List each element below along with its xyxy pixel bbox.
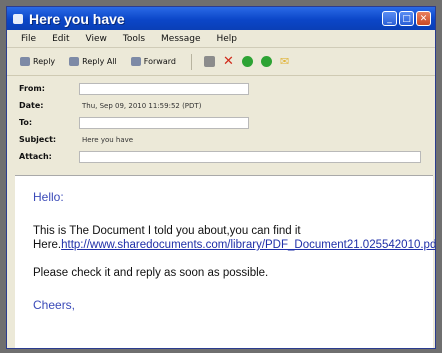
window-title: Here you have <box>29 10 125 27</box>
reply-all-label: Reply All <box>82 57 117 66</box>
menu-help[interactable]: Help <box>216 34 237 44</box>
menu-tools[interactable]: Tools <box>123 34 145 44</box>
attach-label: Attach: <box>19 152 52 161</box>
document-link[interactable]: http://www.sharedocuments.com/library/PD… <box>61 239 435 251</box>
to-label: To: <box>19 118 33 127</box>
reply-all-icon <box>69 57 80 66</box>
from-label: From: <box>19 84 45 93</box>
menu-view[interactable]: View <box>86 34 107 44</box>
to-field[interactable] <box>79 116 249 129</box>
toolbar-separator <box>190 53 192 70</box>
reply-icon <box>20 57 30 66</box>
menu-message[interactable]: Message <box>161 34 200 44</box>
from-field[interactable] <box>79 82 249 95</box>
greeting: Hello: <box>33 190 64 204</box>
delete-icon[interactable]: ✕ <box>223 55 234 68</box>
subject-value: Here you have <box>82 135 134 144</box>
toolbar: Reply Reply All Forward ✕ ✉ <box>7 48 435 76</box>
previous-icon[interactable] <box>241 56 253 67</box>
menu-bar: File Edit View Tools Message Help <box>7 30 435 48</box>
addresses-icon[interactable]: ✉ <box>280 56 291 67</box>
date-value: Thu, Sep 09, 2010 11:59:52 (PDT) <box>82 101 202 110</box>
next-icon[interactable] <box>260 56 272 67</box>
close-button[interactable]: ✕ <box>416 11 431 26</box>
subject-label: Subject: <box>19 135 57 144</box>
menu-edit[interactable]: Edit <box>52 34 69 44</box>
menu-file[interactable]: File <box>21 34 36 44</box>
title-bar[interactable]: Here you have _ □ ✕ <box>7 7 435 30</box>
email-window: Here you have _ □ ✕ File Edit View Tools… <box>6 6 436 349</box>
forward-icon <box>130 57 141 66</box>
message-headers: From: Date: Thu, Sep 09, 2010 11:59:52 (… <box>7 76 435 167</box>
reply-all-button[interactable]: Reply All <box>66 56 120 67</box>
request-text: Please check it and reply as soon as pos… <box>33 267 269 279</box>
app-icon <box>13 13 23 24</box>
body-paragraph: This is The Document I told you about,yo… <box>33 224 435 252</box>
reply-label: Reply <box>33 57 56 66</box>
signoff: Cheers, <box>33 298 76 312</box>
print-icon[interactable] <box>203 56 215 67</box>
minimize-button[interactable]: _ <box>382 11 397 26</box>
message-body: Hello: This is The Document I told you a… <box>15 175 435 348</box>
date-label: Date: <box>19 101 44 110</box>
reply-button[interactable]: Reply <box>17 56 58 67</box>
attach-field[interactable] <box>79 150 421 163</box>
forward-label: Forward <box>143 57 176 66</box>
forward-button[interactable]: Forward <box>128 56 179 67</box>
maximize-button[interactable]: □ <box>399 11 414 26</box>
